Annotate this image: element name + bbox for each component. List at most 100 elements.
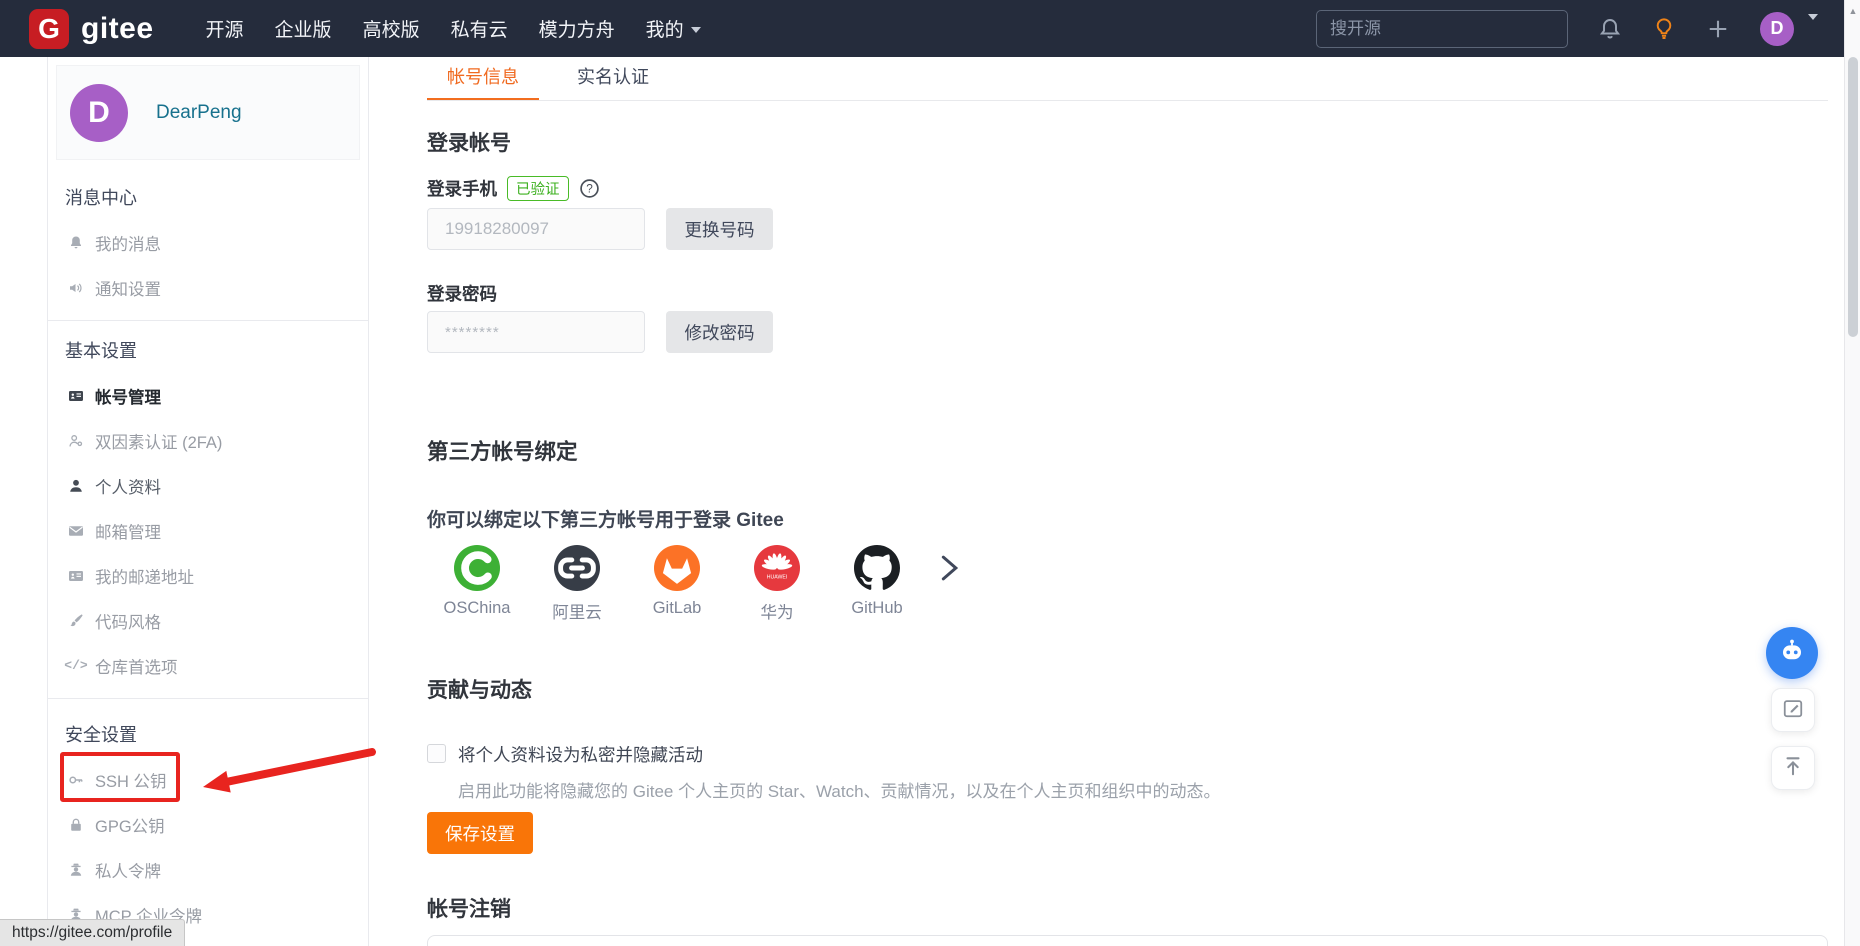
page-scrollbar[interactable]: ▲ (1844, 0, 1860, 946)
third-party-providers: OSChina 阿里云 GitLab HUAWEI 华为 GitHub (427, 545, 927, 623)
status-url: https://gitee.com/profile (12, 924, 173, 941)
phone-label: 登录手机 (427, 179, 497, 199)
sidebar-item-personal-tokens[interactable]: 私人令牌 (48, 847, 368, 892)
scrollbar-thumb[interactable] (1848, 57, 1858, 337)
sidebar-item-code-style[interactable]: 代码风格 (48, 598, 368, 643)
third-party-heading: 第三方帐号绑定 (427, 440, 578, 464)
settings-sidebar: D DearPeng 消息中心 我的消息 通知设置 基本设置 帐号管理 双因素认… (47, 57, 369, 946)
navbar-links: 开源 企业版 高校版 私有云 模力方舟 我的 (206, 15, 701, 42)
caret-down-icon (690, 27, 701, 33)
third-party-subheading: 你可以绑定以下第三方帐号用于登录 Gitee (427, 510, 784, 531)
svg-text:HUAWEI: HUAWEI (767, 574, 787, 580)
sidebar-item-2fa[interactable]: 双因素认证 (2FA) (48, 418, 368, 463)
login-account-heading: 登录帐号 (427, 132, 511, 155)
mail-icon (67, 523, 85, 539)
sidebar-item-email-management[interactable]: 邮箱管理 (48, 508, 368, 553)
navbar-user-avatar[interactable]: D (1760, 11, 1794, 46)
help-icon[interactable]: ? (579, 178, 600, 199)
sidebar-section-messages: 消息中心 我的消息 通知设置 (48, 168, 368, 320)
browser-status-bubble: https://gitee.com/profile (0, 919, 186, 946)
provider-oschina[interactable]: OSChina (427, 545, 527, 623)
providers-chevron-right-icon[interactable] (936, 553, 964, 588)
aliyun-icon (554, 545, 600, 591)
provider-huawei[interactable]: HUAWEI 华为 (727, 545, 827, 623)
provider-github[interactable]: GitHub (827, 545, 927, 623)
gitee-logo-text: gitee (81, 11, 154, 45)
sidebar-item-profile[interactable]: 个人资料 (48, 463, 368, 508)
sidebar-item-repo-preferences[interactable]: </> 仓库首选项 (48, 643, 368, 688)
sidebar-avatar[interactable]: D (70, 83, 128, 142)
password-label-row: 登录密码 (427, 281, 497, 306)
oschina-icon (454, 545, 500, 591)
edit-icon (1782, 697, 1804, 724)
lock-icon (67, 817, 85, 833)
avatar-caret-down-icon[interactable] (1801, 13, 1818, 38)
nav-link-private-cloud[interactable]: 私有云 (451, 15, 508, 42)
user-secret-icon (67, 862, 85, 878)
key-icon (67, 772, 85, 788)
scrollbar-up-icon[interactable]: ▲ (1845, 6, 1860, 16)
phone-label-row: 登录手机 已验证 ? (427, 176, 600, 201)
gitee-logo-mark: G (29, 8, 69, 49)
gitlab-icon (654, 545, 700, 591)
sidebar-item-notification-settings[interactable]: 通知设置 (48, 265, 368, 310)
plus-icon[interactable] (1706, 17, 1730, 41)
arrow-to-top-icon (1782, 755, 1804, 782)
section-header: 基本设置 (65, 341, 137, 361)
tab-account-info[interactable]: 帐号信息 (427, 57, 539, 101)
code-icon: </> (64, 658, 88, 673)
sidebar-section-security: 安全设置 SSH 公钥 GPG公钥 私人令牌 MCP 企业令牌 (48, 698, 368, 946)
phone-input[interactable] (427, 208, 645, 250)
github-icon (854, 545, 900, 591)
users-icon (67, 433, 85, 449)
gitee-logo[interactable]: G gitee (29, 8, 154, 49)
brush-icon (67, 613, 85, 629)
provider-aliyun[interactable]: 阿里云 (527, 545, 627, 623)
back-to-top-button[interactable] (1771, 746, 1815, 790)
nav-link-education[interactable]: 高校版 (363, 15, 420, 42)
account-cancel-panel (427, 935, 1828, 946)
feedback-button[interactable] (1771, 688, 1815, 732)
nav-link-enterprise[interactable]: 企业版 (275, 15, 332, 42)
password-label: 登录密码 (427, 284, 497, 304)
top-navbar: G gitee 开源 企业版 高校版 私有云 模力方舟 我的 D (0, 0, 1860, 57)
sidebar-item-my-messages[interactable]: 我的消息 (48, 220, 368, 265)
sidebar-item-gpg-keys[interactable]: GPG公钥 (48, 802, 368, 847)
assistant-button[interactable] (1766, 627, 1818, 679)
speaker-icon (67, 280, 85, 296)
profile-tabs: 帐号信息 实名认证 (427, 57, 669, 101)
user-icon (67, 478, 85, 494)
private-profile-helper: 启用此功能将隐藏您的 Gitee 个人主页的 Star、Watch、贡献情况，以… (458, 782, 1221, 801)
id-card-icon (67, 388, 85, 404)
tabbar-divider (427, 100, 1828, 101)
huawei-icon: HUAWEI (754, 545, 800, 591)
sidebar-item-ssh-keys[interactable]: SSH 公钥 (48, 757, 368, 802)
password-input[interactable] (427, 311, 645, 353)
change-password-button[interactable]: 修改密码 (666, 311, 773, 353)
nav-link-opensource[interactable]: 开源 (206, 15, 244, 42)
sidebar-user-card: D DearPeng (56, 65, 360, 160)
sidebar-section-basic: 基本设置 帐号管理 双因素认证 (2FA) 个人资料 邮箱管理 我的邮递地址 代… (48, 320, 368, 698)
bell-icon (67, 235, 85, 251)
account-cancel-heading: 帐号注销 (427, 898, 511, 921)
tab-realname-verification[interactable]: 实名认证 (557, 57, 669, 101)
section-header: 消息中心 (65, 188, 137, 208)
change-phone-button[interactable]: 更换号码 (666, 208, 773, 250)
section-header: 安全设置 (65, 725, 137, 745)
sidebar-item-mailing-address[interactable]: 我的邮递地址 (48, 553, 368, 598)
lightbulb-icon[interactable] (1652, 17, 1676, 41)
bell-icon[interactable] (1598, 17, 1622, 41)
private-profile-label: 将个人资料设为私密并隐藏活动 (458, 745, 703, 765)
sidebar-item-account-management[interactable]: 帐号管理 (48, 373, 368, 418)
save-settings-button[interactable]: 保存设置 (427, 812, 533, 854)
sidebar-username-link[interactable]: DearPeng (156, 102, 242, 124)
verified-badge: 已验证 (507, 176, 569, 201)
search-input[interactable] (1316, 9, 1568, 48)
contribution-heading: 贡献与动态 (427, 679, 532, 702)
address-card-icon (67, 568, 85, 584)
provider-gitlab[interactable]: GitLab (627, 545, 727, 623)
nav-link-modelark[interactable]: 模力方舟 (539, 15, 615, 42)
private-profile-checkbox[interactable] (427, 744, 446, 763)
assistant-robot-icon (1777, 636, 1807, 671)
nav-link-mine[interactable]: 我的 (646, 15, 701, 42)
